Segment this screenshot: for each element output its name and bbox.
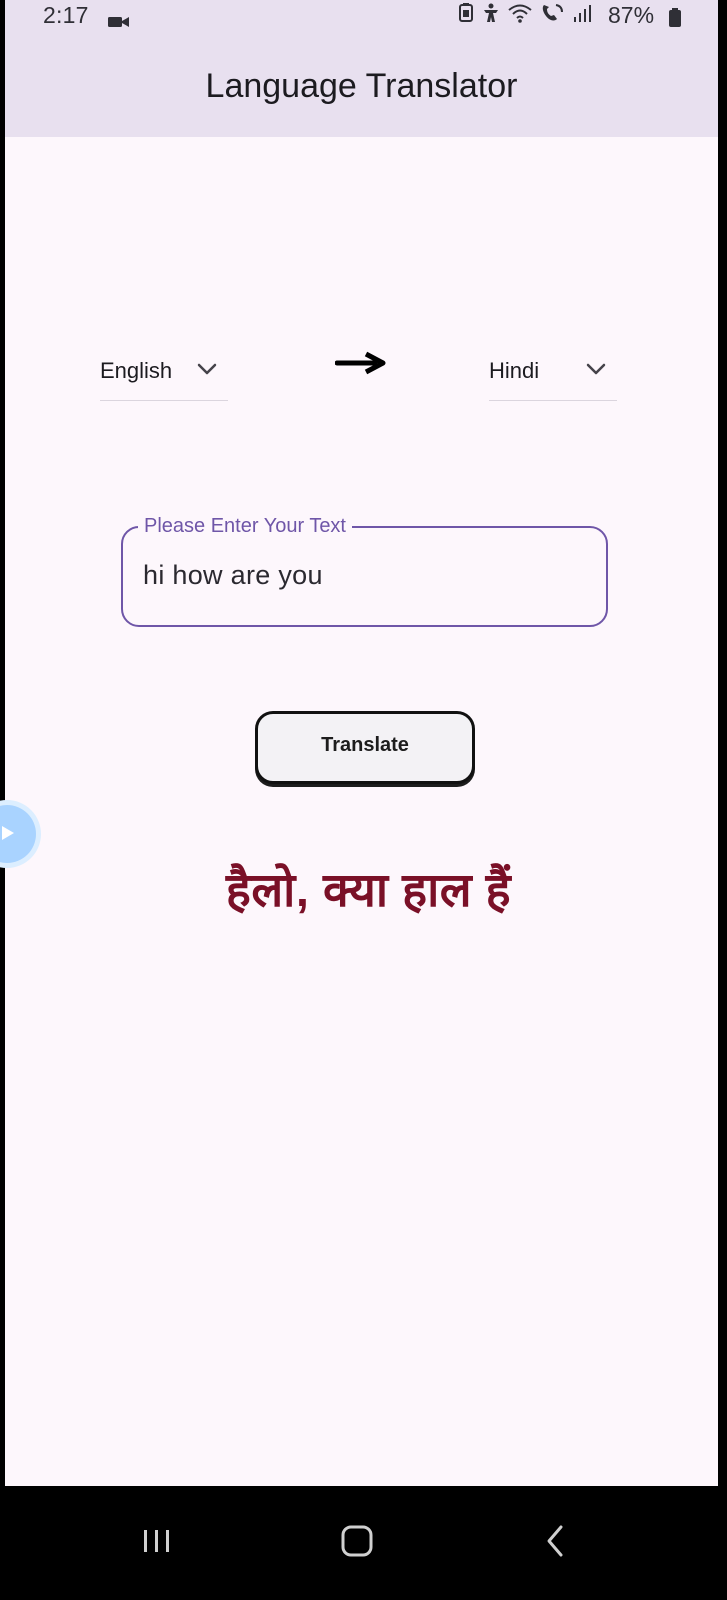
translate-button-label: Translate (321, 734, 409, 756)
text-input-label: Please Enter Your Text (138, 513, 352, 539)
status-time: 2:17 (43, 2, 89, 28)
text-input-value[interactable]: hi how are you (143, 560, 323, 591)
translation-result: हैलो, क्या हाल हैं (225, 863, 512, 916)
app-bar: Language Translator (5, 32, 718, 137)
target-language-label: Hindi (489, 358, 540, 383)
status-bar: 2:17 87% (5, 0, 718, 32)
target-language-dropdown[interactable]: Hindi (489, 349, 617, 401)
wifi-icon (507, 2, 533, 30)
call-icon (539, 2, 565, 30)
signal-icon (571, 2, 593, 30)
battery-saver-icon (457, 2, 475, 30)
app-title: Language Translator (205, 67, 518, 105)
home-icon[interactable] (333, 1517, 381, 1565)
status-icons (457, 2, 593, 30)
translate-button[interactable]: Translate (255, 711, 475, 784)
video-icon (107, 8, 131, 35)
battery-percentage: 87% (608, 2, 655, 28)
app-screen: 2:17 87% Language Translator English Hin… (5, 0, 718, 1486)
back-icon[interactable] (533, 1517, 581, 1565)
arrow-right-icon (334, 350, 387, 381)
floating-bubble-icon (0, 823, 18, 843)
chevron-down-icon (584, 357, 608, 386)
battery-icon (667, 7, 683, 34)
chevron-down-icon (195, 357, 219, 386)
source-language-dropdown[interactable]: English (100, 349, 228, 401)
source-language-label: English (100, 358, 173, 383)
system-navigation-bar (0, 1486, 727, 1600)
accessibility-icon (481, 2, 501, 30)
recent-apps-icon[interactable] (133, 1517, 181, 1565)
